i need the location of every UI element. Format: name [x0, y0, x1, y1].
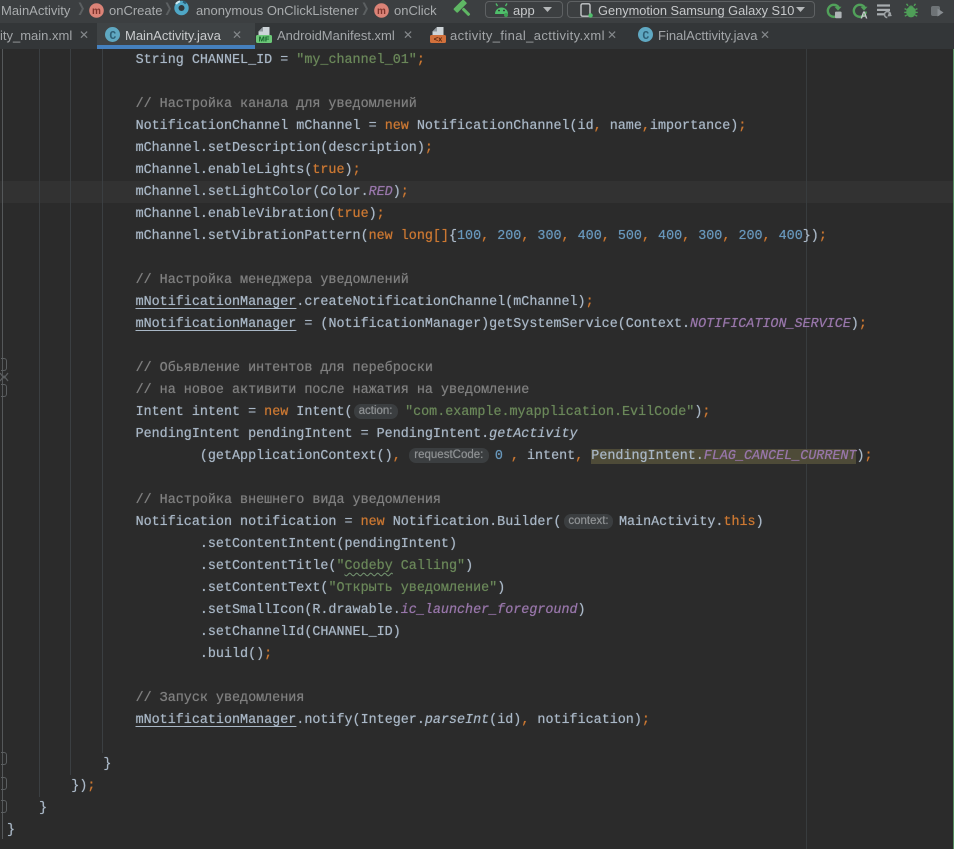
svg-text:C: C [109, 30, 116, 43]
svg-text:m: m [377, 6, 386, 17]
svg-text:A: A [860, 11, 867, 21]
svg-text:<x: <x [434, 35, 443, 44]
svg-text:MF: MF [259, 35, 270, 44]
svg-text:C: C [642, 30, 649, 43]
svg-text:m: m [92, 6, 101, 17]
